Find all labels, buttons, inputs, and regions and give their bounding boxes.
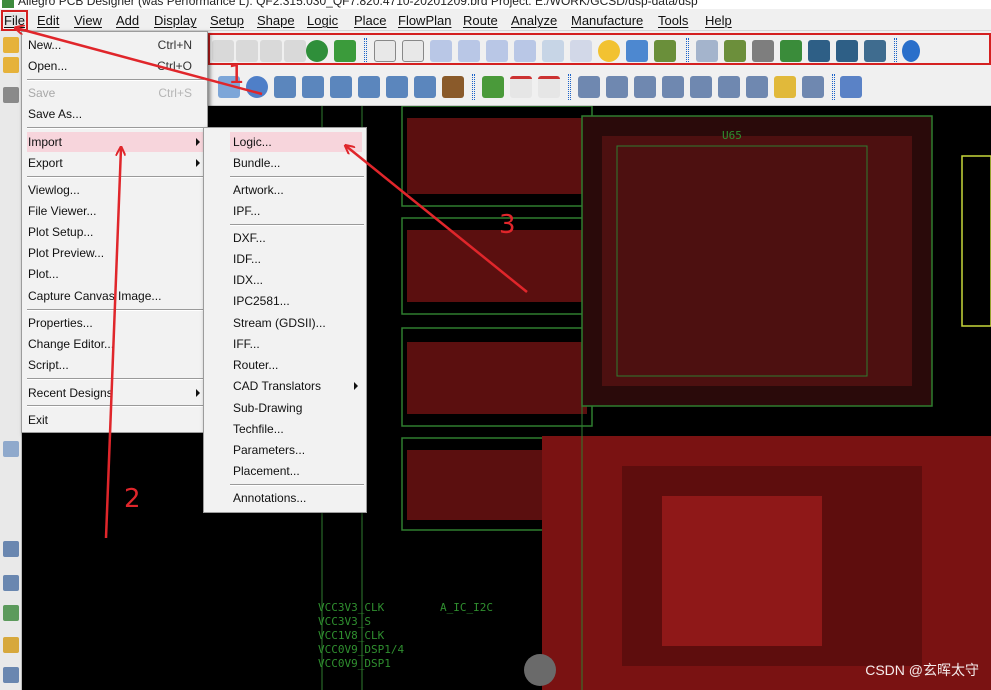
step-label-1: 1 — [228, 60, 245, 90]
arrow-1 — [16, 28, 263, 96]
watermark: CSDN @玄晖太守 — [865, 662, 979, 678]
arrow-2 — [104, 148, 121, 539]
step-label-3: 3 — [499, 210, 516, 240]
step-label-2: 2 — [124, 484, 141, 514]
annotation-arrows — [0, 0, 528, 539]
